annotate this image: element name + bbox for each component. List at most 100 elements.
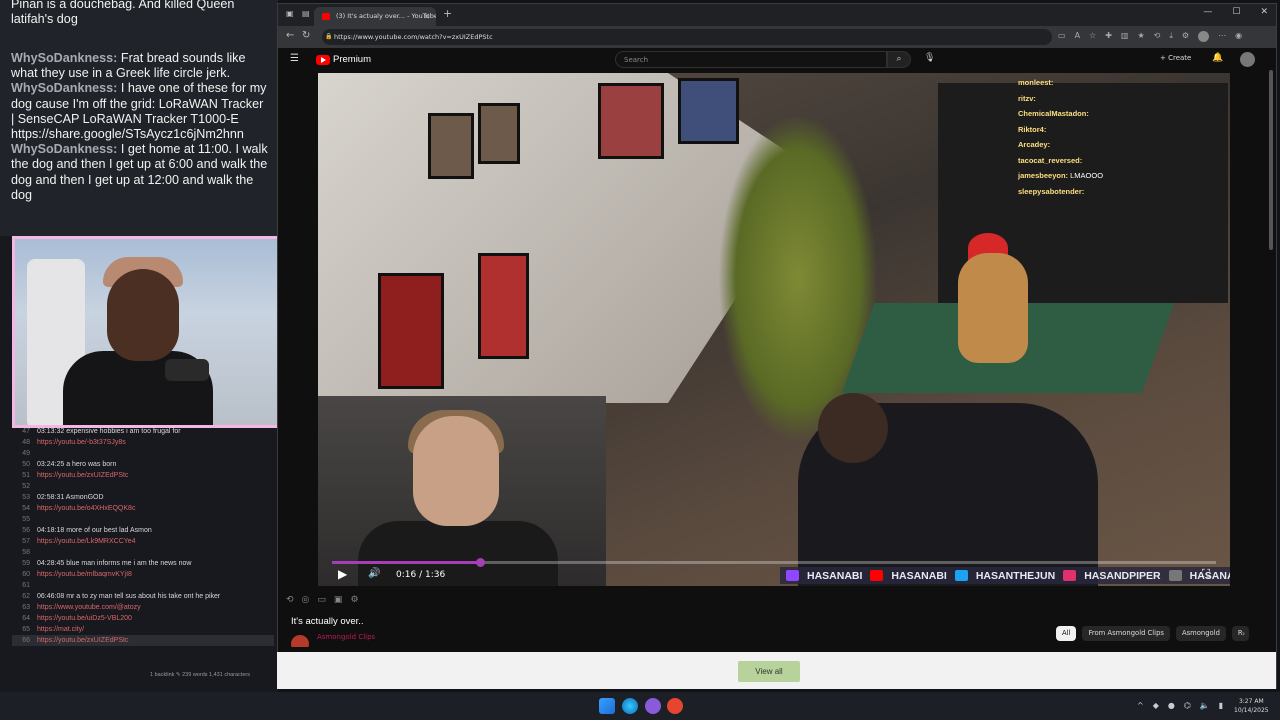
scrollbar[interactable] xyxy=(1269,70,1273,250)
note-line[interactable]: 48 https://youtu.be/-b3t37SJy8s xyxy=(12,437,274,448)
note-line[interactable]: 50 03:24:25 a hero was born xyxy=(12,459,274,470)
minimize-icon[interactable]: — xyxy=(1203,7,1212,17)
tab-list-icon[interactable]: ▤ xyxy=(302,9,310,18)
note-line[interactable]: 64 https://youtu.be/uiDz5-VBL200 xyxy=(12,613,274,624)
note-line[interactable]: 54 https://youtu.be/o4XHxEQQK8c xyxy=(12,503,274,514)
volume-icon[interactable]: 🔊 xyxy=(368,568,380,579)
more-icon[interactable]: ⋯ xyxy=(1218,31,1226,42)
line-number: 55 xyxy=(22,516,30,523)
tab-bar: ▣ ▤ (3) It's actualy over... - YouTube ✕… xyxy=(278,4,1276,26)
extensions-icon[interactable]: ✚ xyxy=(1105,31,1112,42)
search-button[interactable]: ⌕ xyxy=(887,51,911,68)
speed-icon[interactable]: ◎ xyxy=(302,595,310,605)
note-link[interactable]: https://youtu.be/o4XHxEQQK8c xyxy=(37,503,135,514)
note-line[interactable]: 66 https://youtu.be/zxUIZEdPStc xyxy=(12,635,274,646)
note-link[interactable]: https://mat.city/ xyxy=(37,624,84,635)
filter-chip[interactable]: From Asmongold Clips xyxy=(1082,626,1170,641)
video-title: It's actually over.. xyxy=(291,616,364,627)
download-icon[interactable]: ⤓ xyxy=(1169,31,1173,42)
close-tab-icon[interactable]: ✕ xyxy=(423,7,430,26)
note-line[interactable]: 55 xyxy=(12,514,274,525)
read-aloud-icon[interactable]: A xyxy=(1075,31,1080,42)
maximize-icon[interactable]: ☐ xyxy=(1232,7,1240,17)
account-avatar[interactable] xyxy=(1240,52,1255,67)
clock[interactable]: 3:27 AM 10/14/2025 xyxy=(1234,697,1269,715)
filter-chip[interactable]: R xyxy=(1231,626,1249,641)
system-tray: ^ ◆ ● ⌬ 🔈 ▮ xyxy=(1137,701,1223,710)
note-link[interactable]: https://youtu.be/-b3t37SJy8s xyxy=(37,437,126,448)
url-field[interactable]: 🔒 https://www.youtube.com/watch?v=zxUIZE… xyxy=(322,29,1052,45)
youtube-logo[interactable]: Premium xyxy=(316,54,371,65)
note-line[interactable]: 60 https://youtu.be/mlbaqmvKYjI8 xyxy=(12,569,274,580)
scrubber-handle[interactable] xyxy=(475,558,485,567)
fullscreen-icon[interactable]: ⛶ xyxy=(1202,567,1210,581)
note-line[interactable]: 51 https://youtu.be/zxUIZEdPStc xyxy=(12,470,274,481)
voice-search-icon[interactable]: 🎙 xyxy=(924,53,935,63)
copilot-icon[interactable]: ◉ xyxy=(1235,31,1242,42)
screen-icon[interactable]: ▭ xyxy=(1058,31,1066,42)
channel-avatar[interactable] xyxy=(291,635,309,647)
back-icon[interactable]: ← xyxy=(286,30,294,41)
play-icon[interactable]: ▶ xyxy=(338,567,347,581)
view-all-button[interactable]: View all xyxy=(738,661,800,682)
favorites-icon[interactable]: ★ xyxy=(1137,31,1144,42)
note-line[interactable]: 47 03:13:32 expensive hobbies i am too fr… xyxy=(12,426,274,437)
start-icon[interactable] xyxy=(599,698,615,714)
favorite-icon[interactable]: ☆ xyxy=(1089,31,1096,42)
menu-icon[interactable]: ☰ xyxy=(290,53,299,64)
note-line[interactable]: 52 xyxy=(12,481,274,492)
video-player[interactable]: monleest: ritzv: ChemicalMastadon: Rikto… xyxy=(318,73,1230,586)
note-link[interactable]: https://youtu.be/zxUIZEdPStc xyxy=(37,470,128,481)
miniplayer-icon[interactable]: ▣ xyxy=(334,595,343,605)
chevron-up-icon[interactable]: ^ xyxy=(1137,701,1144,710)
theater-icon[interactable]: ▭ xyxy=(317,595,326,605)
note-line[interactable]: 57 https://youtu.be/Lk9MRXCCYe4 xyxy=(12,536,274,547)
volume-icon[interactable]: 🔈 xyxy=(1200,701,1210,710)
tab-youtube[interactable]: (3) It's actualy over... - YouTube ✕ xyxy=(314,7,436,26)
close-window-icon[interactable]: ✕ xyxy=(1260,7,1268,17)
note-line[interactable]: 56 04:18:18 more of our best lad Asmon xyxy=(12,525,274,536)
app-icon[interactable] xyxy=(645,698,661,714)
workspace-icon[interactable]: ▣ xyxy=(286,9,294,18)
note-line[interactable]: 53 02:58:31 AsmonGOD xyxy=(12,492,274,503)
split-icon[interactable]: ▥ xyxy=(1121,31,1129,42)
note-line[interactable]: 65 https://mat.city/ xyxy=(12,624,274,635)
refresh-icon[interactable]: ↻ xyxy=(302,30,310,41)
search-input[interactable]: Search xyxy=(615,51,887,68)
chat-message: WhySoDankness: Frat bread sounds like wh… xyxy=(11,51,270,81)
network-icon[interactable]: ⌬ xyxy=(1184,701,1191,710)
note-line[interactable]: 61 xyxy=(12,580,274,591)
line-number: 65 xyxy=(22,626,30,633)
social-icon xyxy=(870,570,884,581)
note-link[interactable]: https://youtu.be/mlbaqmvKYjI8 xyxy=(37,569,132,580)
channel-name[interactable]: Asmongold Clips xyxy=(317,633,375,641)
chevron-right-icon[interactable]: › xyxy=(1242,629,1245,638)
note-line[interactable]: 62 06:46:08 mr a to zy man tell sus about… xyxy=(12,591,274,602)
loop-icon[interactable]: ⟲ xyxy=(286,595,294,605)
note-link[interactable]: https://youtu.be/zxUIZEdPStc xyxy=(37,635,128,646)
line-number: 53 xyxy=(22,494,30,501)
settings-icon[interactable]: ⚙ xyxy=(1182,31,1189,42)
profile-avatar[interactable] xyxy=(1198,31,1210,42)
note-line[interactable]: 63 https://www.youtube.com/@atozy xyxy=(12,602,274,613)
note-line[interactable]: 58 xyxy=(12,547,274,558)
filter-chip[interactable]: All xyxy=(1056,626,1077,641)
note-link[interactable]: https://youtu.be/uiDz5-VBL200 xyxy=(37,613,132,624)
filter-chip[interactable]: Asmongold xyxy=(1175,626,1226,641)
battery-icon[interactable]: ▮ xyxy=(1219,701,1223,710)
note-link[interactable]: https://youtu.be/Lk9MRXCCYe4 xyxy=(37,536,136,547)
progress-bar[interactable] xyxy=(332,558,1216,567)
app-icon[interactable] xyxy=(667,698,683,714)
new-tab-icon[interactable]: + xyxy=(443,7,452,20)
tray-app-icon[interactable]: ◆ xyxy=(1153,701,1159,710)
gear-icon[interactable]: ⚙ xyxy=(350,595,358,605)
create-button[interactable]: + Create xyxy=(1160,54,1191,62)
note-line[interactable]: 59 04:28:45 blue man informs me i am the … xyxy=(12,558,274,569)
tray-app-icon[interactable]: ● xyxy=(1168,701,1175,710)
notifications-icon[interactable]: 🔔 xyxy=(1212,53,1223,63)
note-line[interactable]: 49 xyxy=(12,448,274,459)
note-link[interactable]: https://www.youtube.com/@atozy xyxy=(37,602,141,613)
history-icon[interactable]: ⟲ xyxy=(1154,31,1161,42)
edge-icon[interactable] xyxy=(622,698,638,714)
chat-message: WhySoDankness: I have one of these for m… xyxy=(11,81,270,142)
